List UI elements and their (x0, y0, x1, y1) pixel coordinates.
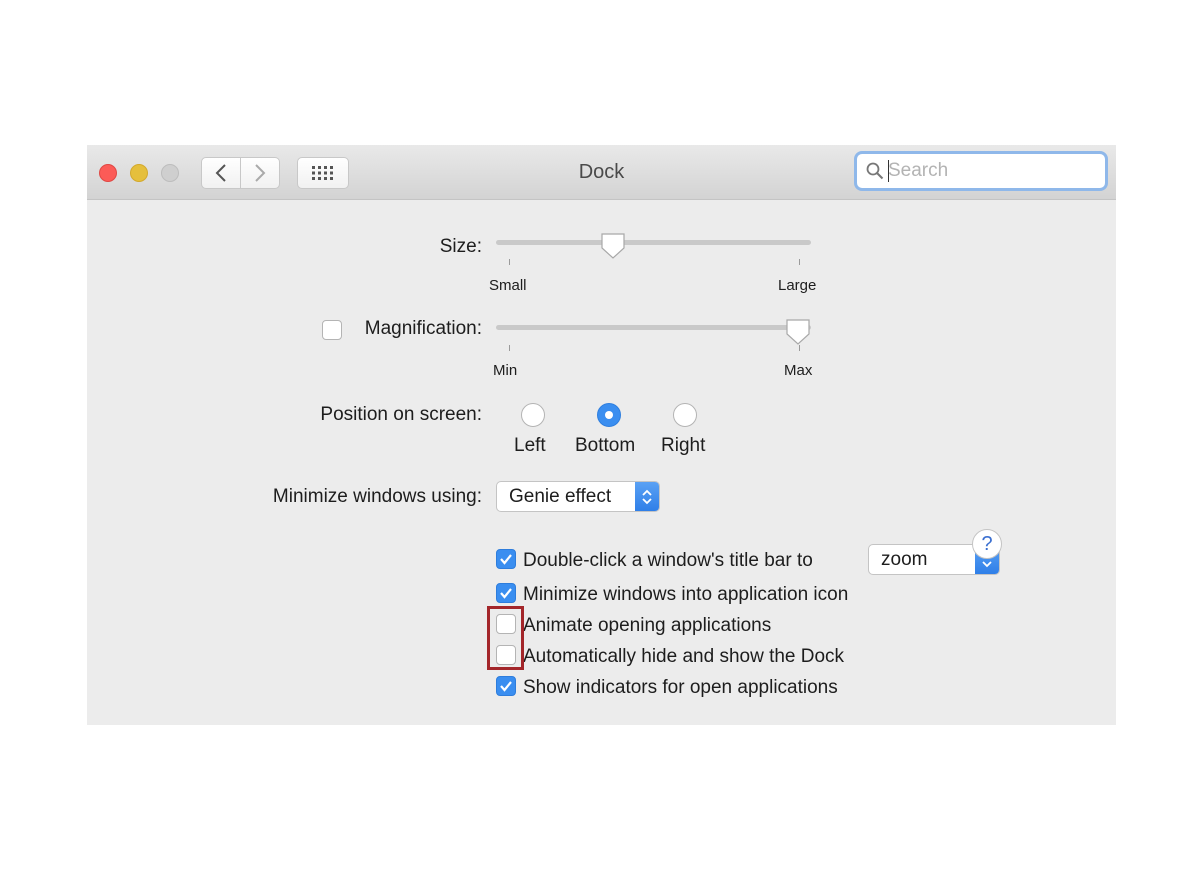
position-right-label: Right (661, 435, 706, 456)
title-bar: Dock (87, 145, 1116, 200)
size-max-label: Large (778, 277, 817, 294)
checkmark-icon (500, 554, 512, 565)
size-slider-track[interactable] (496, 240, 811, 245)
autohide-dock-label: Automatically hide and show the Dock (523, 646, 845, 667)
search-field[interactable] (854, 151, 1108, 191)
magnification-slider-thumb[interactable] (785, 318, 811, 346)
search-icon (866, 162, 884, 180)
magnification-max-label: Max (784, 362, 813, 379)
show-indicators-label: Show indicators for open applications (523, 677, 838, 698)
show-indicators-checkbox[interactable] (496, 676, 516, 696)
size-min-label: Small (489, 277, 527, 294)
position-left-radio[interactable] (521, 403, 545, 427)
highlight-box (487, 606, 524, 670)
magnification-slider-track[interactable] (496, 325, 811, 330)
magnification-tick-min (509, 345, 510, 351)
position-label: Position on screen: (320, 404, 482, 425)
animate-opening-label: Animate opening applications (523, 615, 772, 636)
checkmark-icon (500, 588, 512, 599)
search-input[interactable] (888, 160, 1088, 182)
minimize-into-icon-checkbox[interactable] (496, 583, 516, 603)
double-click-checkbox[interactable] (496, 549, 516, 569)
size-tick-min (509, 259, 510, 265)
minimize-effect-popup[interactable]: Genie effect (496, 481, 660, 512)
minimize-into-icon-label: Minimize windows into application icon (523, 584, 849, 605)
double-click-label: Double-click a window's title bar to (523, 550, 813, 571)
size-slider-thumb[interactable] (600, 232, 626, 260)
position-bottom-radio[interactable] (597, 403, 621, 427)
size-label: Size: (439, 236, 482, 257)
position-right-radio[interactable] (673, 403, 697, 427)
position-left-label: Left (514, 435, 546, 456)
help-button[interactable]: ? (972, 529, 1002, 559)
minimize-effect-value: Genie effect (509, 485, 612, 507)
magnification-label: Magnification: (364, 318, 482, 339)
magnification-min-label: Min (493, 362, 518, 379)
minimize-effect-label: Minimize windows using: (272, 486, 482, 507)
radio-selected-dot (605, 411, 613, 419)
position-bottom-label: Bottom (575, 435, 636, 456)
checkmark-icon (500, 681, 512, 692)
size-tick-max (799, 259, 800, 265)
up-down-arrows-icon (635, 482, 659, 511)
double-click-action-value: zoom (881, 548, 928, 570)
